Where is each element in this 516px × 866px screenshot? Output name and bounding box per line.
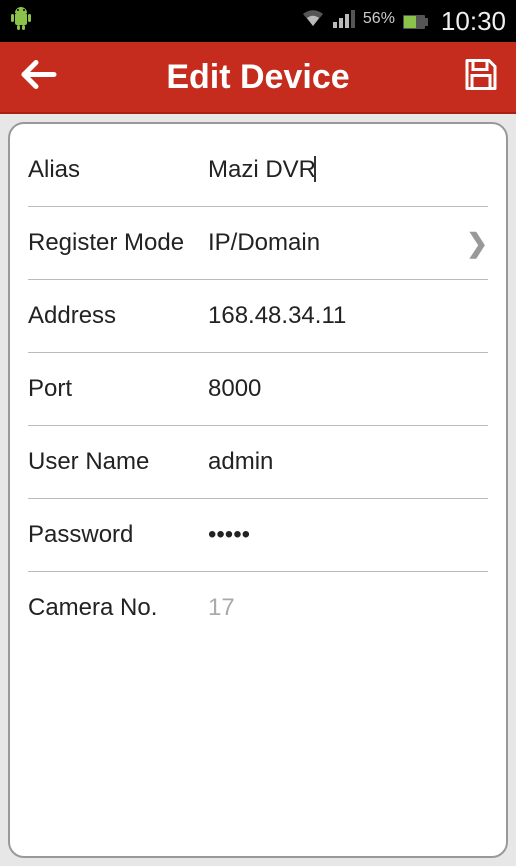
- android-mascot-icon: [10, 5, 32, 37]
- content-area: Alias Mazi DVR Register Mode IP/Domain ❯…: [0, 114, 516, 866]
- row-password[interactable]: Password •••••: [28, 499, 488, 572]
- status-bar: 56% 10:30: [0, 0, 516, 42]
- label-address: Address: [28, 302, 208, 330]
- value-password[interactable]: •••••: [208, 521, 488, 549]
- row-camera-no: Camera No. 17: [28, 572, 488, 644]
- wifi-icon: [301, 8, 325, 34]
- label-camera-no: Camera No.: [28, 594, 208, 622]
- title-bar: Edit Device: [0, 42, 516, 114]
- screen: 56% 10:30 Edit Device: [0, 0, 516, 866]
- value-user-name[interactable]: admin: [208, 448, 488, 476]
- page-title: Edit Device: [166, 58, 349, 97]
- back-button[interactable]: [18, 57, 58, 98]
- row-port[interactable]: Port 8000: [28, 353, 488, 426]
- row-address[interactable]: Address 168.48.34.11: [28, 280, 488, 353]
- label-port: Port: [28, 375, 208, 403]
- value-camera-no: 17: [208, 594, 488, 622]
- form-panel: Alias Mazi DVR Register Mode IP/Domain ❯…: [8, 122, 508, 858]
- value-alias[interactable]: Mazi DVR: [208, 156, 488, 184]
- value-port[interactable]: 8000: [208, 375, 488, 403]
- label-register-mode: Register Mode: [28, 229, 208, 257]
- status-time: 10:30: [441, 6, 506, 37]
- label-user-name: User Name: [28, 448, 208, 476]
- label-password: Password: [28, 521, 208, 549]
- text-cursor: [314, 156, 316, 182]
- row-register-mode[interactable]: Register Mode IP/Domain ❯: [28, 207, 488, 280]
- battery-percent: 56%: [363, 10, 395, 28]
- label-alias: Alias: [28, 156, 208, 184]
- chevron-right-icon: ❯: [458, 228, 488, 259]
- battery-icon: [403, 14, 429, 28]
- row-user-name[interactable]: User Name admin: [28, 426, 488, 499]
- value-address[interactable]: 168.48.34.11: [208, 302, 488, 330]
- value-register-mode: IP/Domain: [208, 229, 458, 257]
- row-alias[interactable]: Alias Mazi DVR: [28, 134, 488, 207]
- save-button[interactable]: [464, 58, 498, 97]
- signal-icon: [333, 8, 355, 34]
